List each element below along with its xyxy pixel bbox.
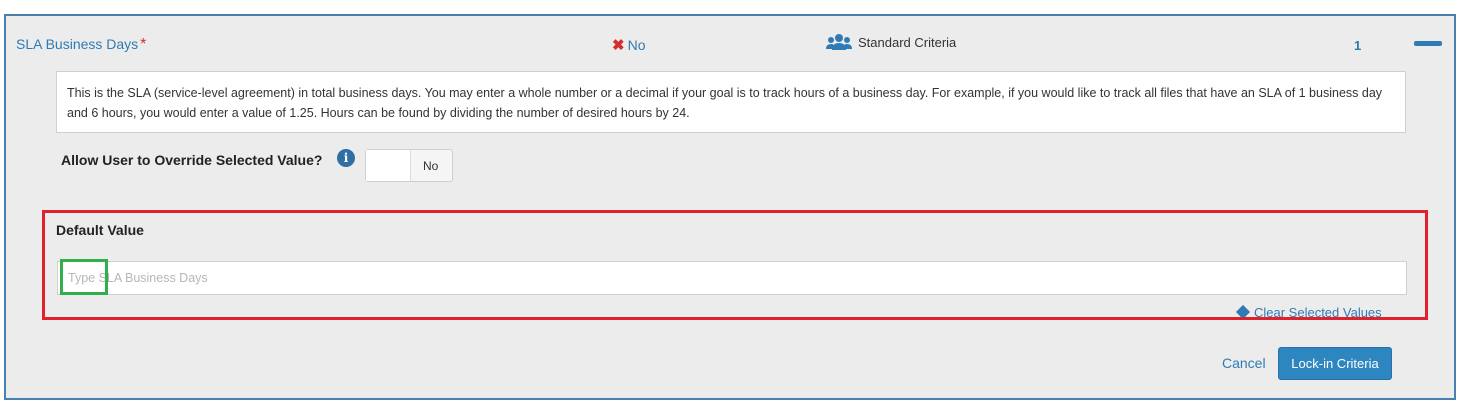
criteria-title-text: SLA Business Days — [16, 36, 139, 52]
criteria-count: 1 — [1354, 38, 1362, 53]
criteria-type-label: Standard Criteria — [858, 34, 957, 50]
highlight-green-box — [60, 259, 108, 295]
criteria-description: This is the SLA (service-level agreement… — [56, 71, 1406, 133]
required-marker: * — [140, 36, 147, 53]
toggle-value: No — [423, 159, 439, 173]
minus-icon[interactable] — [1414, 41, 1442, 46]
override-toggle[interactable]: No — [365, 149, 453, 182]
x-icon: ✖ — [612, 37, 625, 54]
criteria-type: Standard Criteria — [826, 33, 956, 51]
override-label: Allow User to Override Selected Value? — [61, 152, 323, 168]
cancel-link[interactable]: Cancel — [1222, 355, 1266, 371]
info-icon[interactable]: i — [337, 149, 355, 167]
toggle-knob — [366, 150, 411, 181]
lock-in-criteria-button[interactable]: Lock-in Criteria — [1278, 347, 1392, 380]
status-text: No — [627, 37, 646, 53]
status-indicator: ✖ No — [612, 36, 645, 54]
users-icon — [826, 34, 852, 50]
criteria-panel: SLA Business Days * ✖ No Standard Criteria… — [4, 14, 1456, 400]
criteria-title: SLA Business Days * — [16, 36, 146, 54]
highlight-red-box — [42, 210, 1428, 320]
